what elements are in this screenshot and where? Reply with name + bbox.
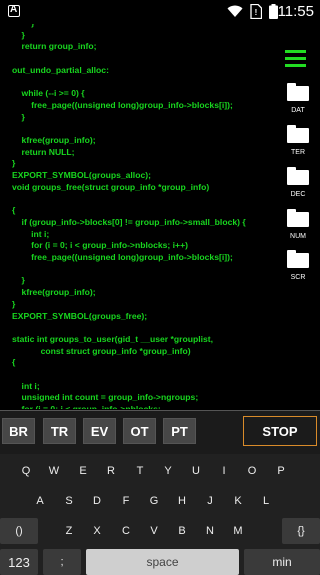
- key-g[interactable]: G: [144, 490, 164, 512]
- key-n[interactable]: N: [200, 520, 220, 542]
- notification-a-icon: [8, 4, 20, 17]
- key-r[interactable]: R: [101, 460, 121, 482]
- folder-dec[interactable]: DEC: [287, 167, 309, 198]
- key-parentheses[interactable]: (): [0, 518, 38, 544]
- stop-button[interactable]: STOP: [243, 416, 317, 446]
- code-line: while (--i >= 0) {: [12, 88, 85, 99]
- key-q[interactable]: Q: [16, 460, 36, 482]
- key-m[interactable]: M: [228, 520, 248, 542]
- code-line: if (group_info->blocks[0] != group_info-…: [12, 216, 246, 227]
- key-c[interactable]: C: [116, 520, 136, 542]
- code-line: free_page((unsigned long)group_info->blo…: [12, 99, 233, 110]
- folder-icon: [287, 209, 309, 227]
- code-line: EXPORT_SYMBOL(groups_alloc);: [12, 170, 151, 181]
- space-bar[interactable]: space: [86, 549, 239, 575]
- code-line: void groups_free(struct group_info *grou…: [12, 181, 210, 192]
- code-line: }: [12, 298, 16, 309]
- key-o[interactable]: O: [242, 460, 262, 482]
- code-line: }: [12, 29, 25, 40]
- on-screen-keyboard: Q W E R T Y U I O P A S D F G H J K L ()…: [0, 454, 320, 575]
- key-h[interactable]: H: [172, 490, 192, 512]
- ev-button[interactable]: EV: [83, 418, 116, 444]
- key-i[interactable]: I: [214, 460, 234, 482]
- key-w[interactable]: W: [44, 460, 64, 482]
- code-line: }: [12, 158, 16, 169]
- code-line: EXPORT_SYMBOL(groups_free);: [12, 310, 148, 321]
- code-line: unsigned int count = group_info->ngroups…: [12, 392, 199, 403]
- code-editor[interactable]: } } return group_info; out_undo_partial_a…: [0, 24, 282, 409]
- pt-button[interactable]: PT: [163, 418, 196, 444]
- code-line: for (i = 0; i < group_info->nblocks;: [12, 403, 161, 409]
- folder-label: NUM: [290, 233, 306, 240]
- code-line: {: [12, 357, 16, 368]
- key-a[interactable]: A: [30, 490, 50, 512]
- code-line: return group_info;: [12, 41, 97, 52]
- folder-label: DEC: [290, 191, 306, 198]
- clock: 11:55: [277, 3, 314, 20]
- folder-label: TER: [291, 149, 305, 156]
- code-line: kfree(group_info);: [12, 135, 96, 145]
- key-semicolon[interactable]: ;: [43, 549, 81, 575]
- code-line: }: [12, 111, 25, 122]
- folder-label: SCR: [290, 274, 306, 281]
- key-s[interactable]: S: [59, 490, 79, 512]
- key-x[interactable]: X: [87, 520, 107, 542]
- ot-button[interactable]: OT: [123, 418, 156, 444]
- folder-label: DAT: [291, 107, 305, 114]
- code-line: static int groups_to_user(gid_t __user *…: [12, 333, 214, 344]
- code-line: {: [12, 205, 16, 216]
- folder-scr[interactable]: SCR: [287, 250, 309, 281]
- key-k[interactable]: K: [228, 490, 248, 512]
- folder-num[interactable]: NUM: [287, 209, 309, 240]
- folder-icon: [287, 125, 309, 143]
- key-e[interactable]: E: [73, 460, 93, 482]
- wifi-icon: [227, 5, 243, 17]
- folder-icon: [287, 167, 309, 185]
- svg-text:!: !: [255, 8, 258, 17]
- key-y[interactable]: Y: [158, 460, 178, 482]
- code-line: kfree(group_info);: [12, 287, 96, 298]
- key-v[interactable]: V: [144, 520, 164, 542]
- shortcut-button-row: BR TR EV OT PT STOP: [0, 411, 320, 454]
- code-line: int i;: [12, 380, 40, 391]
- key-u[interactable]: U: [186, 460, 206, 482]
- folder-icon: [287, 250, 309, 268]
- code-line: out_undo_partial_alloc:: [12, 64, 109, 75]
- code-line: int i;: [12, 228, 50, 239]
- folder-ter[interactable]: TER: [287, 125, 309, 156]
- code-line: }: [12, 275, 25, 286]
- key-z[interactable]: Z: [59, 520, 79, 542]
- code-line: return NULL;: [12, 146, 75, 157]
- code-line: for (i = 0; i < group_info->nblocks; i++…: [12, 240, 188, 251]
- key-123[interactable]: 123: [0, 549, 38, 575]
- key-t[interactable]: T: [130, 460, 150, 482]
- folder-icon: [287, 83, 309, 101]
- key-min[interactable]: min: [244, 549, 320, 575]
- key-f[interactable]: F: [116, 490, 136, 512]
- key-j[interactable]: J: [200, 490, 220, 512]
- status-bar: ! 11:55: [0, 0, 320, 24]
- no-sim-icon: !: [250, 4, 262, 19]
- key-p[interactable]: P: [271, 460, 291, 482]
- folder-dat[interactable]: DAT: [287, 83, 309, 114]
- hamburger-menu-icon[interactable]: [285, 50, 306, 68]
- br-button[interactable]: BR: [2, 418, 35, 444]
- key-d[interactable]: D: [87, 490, 107, 512]
- tr-button[interactable]: TR: [43, 418, 76, 444]
- key-b[interactable]: B: [172, 520, 192, 542]
- code-line: free_page((unsigned long)group_info->blo…: [12, 252, 233, 262]
- key-l[interactable]: L: [256, 490, 276, 512]
- key-braces[interactable]: {}: [282, 518, 320, 544]
- code-line: const struct group_info *group_info): [12, 345, 191, 356]
